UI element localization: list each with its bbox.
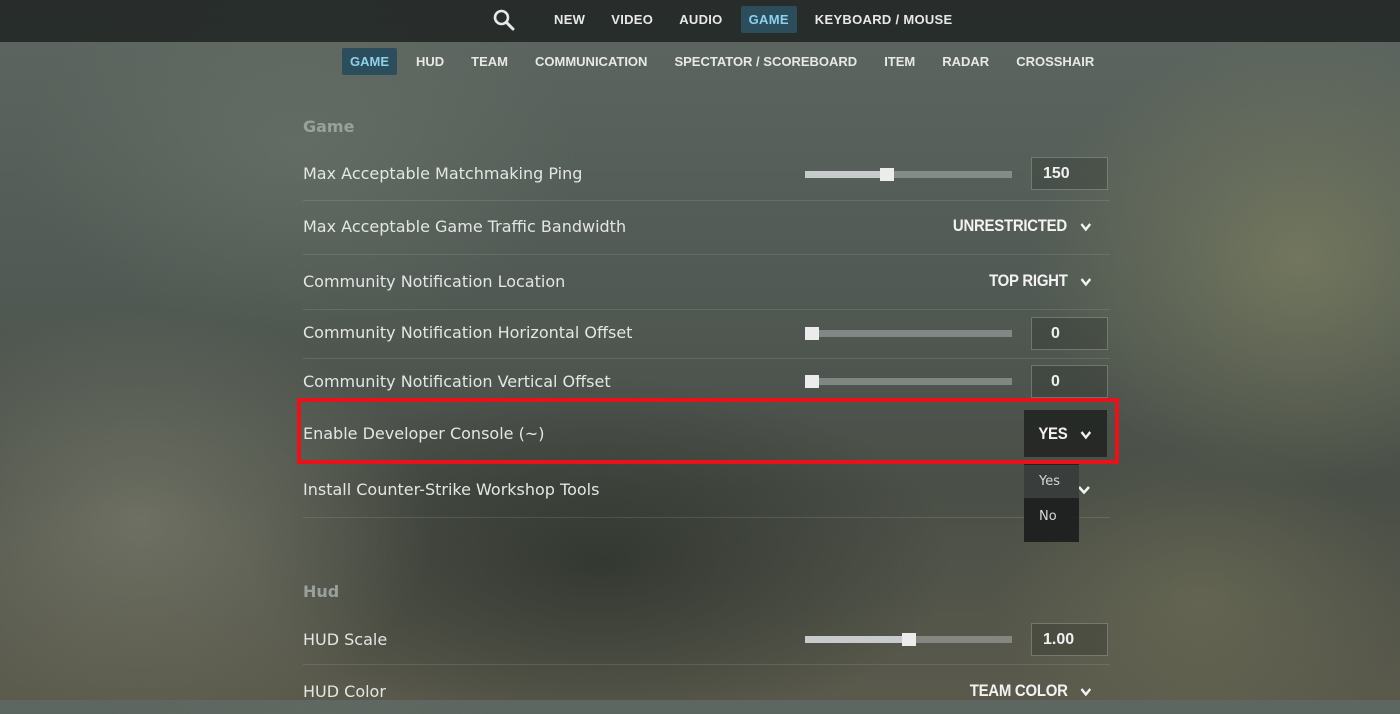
slider-handle[interactable] [805, 327, 819, 340]
chevron-down-icon [1080, 684, 1092, 698]
hud-scale-value-field[interactable]: 1.00 [1031, 623, 1108, 656]
dropdown-value: TOP RIGHT [988, 271, 1068, 290]
sub-tab-item[interactable]: ITEM [876, 48, 923, 75]
setting-row-hud-color: HUD Color TEAM COLOR [303, 664, 1110, 714]
dropdown-value: UNRESTRICTED [953, 216, 1068, 235]
section-title-game: Game [303, 117, 355, 136]
top-tab-game[interactable]: GAME [740, 6, 797, 33]
horizontal-offset-value-field[interactable]: 0 [1031, 317, 1108, 350]
slider-handle[interactable] [880, 168, 894, 181]
notification-location-dropdown[interactable]: TOP RIGHT [989, 271, 1092, 291]
sub-tab-crosshair[interactable]: CROSSHAIR [1008, 48, 1102, 75]
setting-row-hud-scale: HUD Scale 1.00 [303, 615, 1110, 665]
hud-color-dropdown[interactable]: TEAM COLOR [969, 681, 1092, 701]
slider-fill [805, 636, 909, 643]
chevron-down-icon [1080, 274, 1092, 288]
search-icon[interactable] [492, 8, 516, 32]
highlight-box [297, 398, 1119, 464]
setting-label: Install Counter-Strike Workshop Tools [303, 480, 600, 499]
top-tab-new[interactable]: NEW [546, 6, 593, 33]
vertical-offset-slider[interactable] [805, 375, 1012, 388]
top-bar: NEW VIDEO AUDIO GAME KEYBOARD / MOUSE [0, 0, 1400, 42]
section-title-hud: Hud [303, 582, 340, 601]
horizontal-offset-slider[interactable] [805, 327, 1012, 340]
setting-label: Community Notification Horizontal Offset [303, 323, 633, 342]
setting-row-matchmaking-ping: Max Acceptable Matchmaking Ping 150 [303, 150, 1110, 201]
sub-tab-team[interactable]: TEAM [463, 48, 516, 75]
ping-slider[interactable] [805, 168, 1012, 181]
bandwidth-dropdown[interactable]: UNRESTRICTED [953, 216, 1092, 236]
chevron-down-icon [1080, 219, 1092, 233]
option-no[interactable]: No [1024, 500, 1079, 533]
ping-value-field[interactable]: 150 [1031, 157, 1108, 190]
hud-scale-slider[interactable] [805, 633, 1012, 646]
setting-label: Max Acceptable Matchmaking Ping [303, 164, 583, 183]
setting-label: HUD Scale [303, 630, 388, 649]
slider-handle[interactable] [902, 633, 916, 646]
setting-label: Max Acceptable Game Traffic Bandwidth [303, 217, 627, 236]
top-nav: NEW VIDEO AUDIO GAME KEYBOARD / MOUSE [492, 6, 971, 33]
vertical-offset-value-field[interactable]: 0 [1031, 365, 1108, 398]
top-tab-audio[interactable]: AUDIO [671, 6, 730, 33]
sub-tab-spectator-scoreboard[interactable]: SPECTATOR / SCOREBOARD [666, 48, 865, 75]
slider-handle[interactable] [805, 375, 819, 388]
sub-tab-game[interactable]: GAME [342, 48, 397, 75]
chevron-down-icon[interactable] [1077, 482, 1091, 501]
setting-label: Community Notification Location [303, 272, 566, 291]
slider-fill [805, 171, 886, 178]
dropdown-value: TEAM COLOR [969, 681, 1068, 700]
sub-tab-hud[interactable]: HUD [408, 48, 452, 75]
sub-nav: GAME HUD TEAM COMMUNICATION SPECTATOR / … [342, 48, 1113, 75]
setting-row-notification-horizontal-offset: Community Notification Horizontal Offset… [303, 309, 1110, 359]
sub-tab-communication[interactable]: COMMUNICATION [527, 48, 655, 75]
top-tab-keyboard-mouse[interactable]: KEYBOARD / MOUSE [807, 6, 961, 33]
top-tab-video[interactable]: VIDEO [603, 6, 661, 33]
sub-tab-radar[interactable]: RADAR [934, 48, 997, 75]
setting-label: Community Notification Vertical Offset [303, 372, 611, 391]
setting-label: HUD Color [303, 682, 386, 701]
setting-row-traffic-bandwidth: Max Acceptable Game Traffic Bandwidth UN… [303, 200, 1110, 255]
setting-row-notification-location: Community Notification Location TOP RIGH… [303, 254, 1110, 310]
setting-row-workshop-tools: Install Counter-Strike Workshop Tools [303, 462, 1110, 518]
option-yes[interactable]: Yes [1024, 465, 1079, 498]
developer-console-options-menu: Yes No [1024, 463, 1079, 542]
